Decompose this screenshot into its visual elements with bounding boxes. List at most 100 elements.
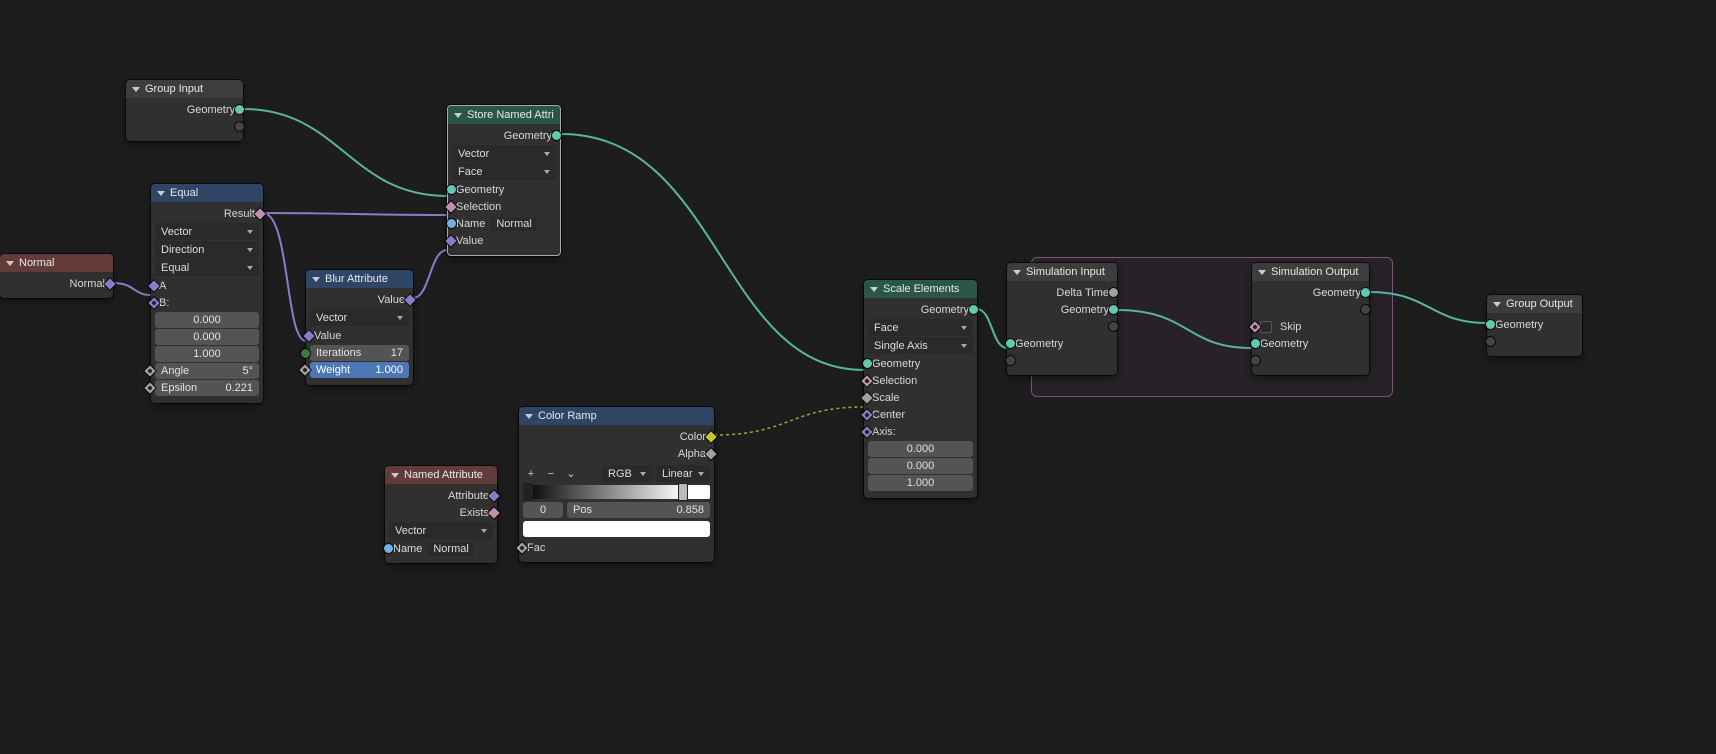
input-geometry[interactable]: Geometry (452, 181, 556, 198)
ramp-stop-index[interactable]: 0 (523, 502, 563, 518)
socket-out-attribute[interactable] (488, 490, 499, 501)
input-geometry[interactable]: Geometry (868, 355, 973, 372)
socket-in-iterations[interactable] (301, 349, 310, 358)
socket-in-name[interactable] (447, 219, 456, 228)
node-group-input[interactable]: Group Input Geometry (126, 80, 243, 141)
dropdown-data-type[interactable]: Vector (452, 145, 556, 162)
node-header[interactable]: Group Output (1487, 295, 1582, 313)
node-header[interactable]: Store Named Attrib... (448, 106, 560, 124)
socket-in-epsilon[interactable] (144, 382, 155, 393)
node-simulation-output[interactable]: Simulation Output Geometry Skip Geometry (1252, 263, 1369, 375)
socket-in-center[interactable] (861, 409, 872, 420)
node-header[interactable]: Group Input (126, 80, 243, 98)
output-alpha[interactable]: Alpha (523, 445, 710, 462)
dropdown-data-type[interactable]: Vector (389, 522, 493, 539)
node-blur-attribute[interactable]: Blur Attribute Value Vector Value Iterat… (306, 270, 413, 385)
socket-out-geometry[interactable] (1109, 305, 1118, 314)
node-color-ramp[interactable]: Color Ramp Color Alpha + − ⌄ RGB Linear (519, 407, 714, 562)
socket-in-geometry[interactable] (1251, 339, 1260, 348)
socket-in-value[interactable] (445, 235, 456, 246)
socket-in-value[interactable] (303, 330, 314, 341)
input-value[interactable]: Value (310, 327, 409, 344)
ramp-stop-1[interactable] (678, 483, 688, 501)
input-angle[interactable]: Angle 5° (155, 363, 259, 379)
node-header[interactable]: Normal (0, 254, 113, 272)
socket-in-weight[interactable] (299, 364, 310, 375)
node-named-attribute[interactable]: Named Attribute Attribute Exists Vector … (385, 466, 497, 563)
input-geometry[interactable]: Geometry (1256, 335, 1365, 352)
input-iterations[interactable]: Iterations 17 (310, 345, 409, 361)
node-header[interactable]: Equal (151, 184, 263, 202)
input-value[interactable]: Value (452, 232, 556, 249)
dropdown-interpolation[interactable]: Linear (656, 465, 710, 482)
socket-out-extend[interactable] (235, 122, 244, 131)
input-scale[interactable]: Scale (868, 389, 973, 406)
dropdown-data-type[interactable]: Vector (155, 223, 259, 240)
node-store-named-attribute[interactable]: Store Named Attrib... Geometry Vector Fa… (447, 105, 561, 256)
socket-out-exists[interactable] (488, 507, 499, 518)
ramp-stop-position[interactable]: Pos 0.858 (567, 502, 710, 518)
input-geometry[interactable]: Geometry (1491, 316, 1578, 333)
input-axis-label[interactable]: Axis: (868, 423, 973, 440)
node-scale-elements[interactable]: Scale Elements Geometry Face Single Axis… (864, 280, 977, 498)
output-delta-time[interactable]: Delta Time (1011, 284, 1113, 301)
input-weight[interactable]: Weight 1.000 (310, 362, 409, 378)
output-result[interactable]: Result (155, 205, 259, 222)
socket-out-extend[interactable] (1361, 305, 1370, 314)
socket-out-result[interactable] (254, 208, 265, 219)
input-fac[interactable]: Fac (523, 539, 710, 556)
dropdown-mode[interactable]: Direction (155, 241, 259, 258)
output-value[interactable]: Value (310, 291, 409, 308)
socket-in-extend[interactable] (1486, 337, 1495, 346)
output-color[interactable]: Color (523, 428, 710, 445)
ramp-remove-button[interactable]: − (543, 466, 559, 482)
socket-out-geometry[interactable] (969, 305, 978, 314)
input-skip[interactable]: Skip (1256, 318, 1365, 335)
output-extend[interactable] (130, 118, 239, 135)
socket-out-normal[interactable] (104, 278, 115, 289)
input-b-x[interactable]: 0.000 (155, 312, 259, 328)
ramp-stop-color-swatch[interactable] (523, 521, 710, 537)
node-simulation-input[interactable]: Simulation Input Delta Time Geometry Geo… (1007, 263, 1117, 375)
input-extend[interactable] (1011, 352, 1113, 369)
node-group-output[interactable]: Group Output Geometry (1487, 295, 1582, 356)
output-exists[interactable]: Exists (389, 504, 493, 521)
socket-in-axis[interactable] (861, 426, 872, 437)
output-geometry[interactable]: Geometry (130, 101, 239, 118)
input-a[interactable]: A (155, 277, 259, 294)
input-b-z[interactable]: 1.000 (155, 346, 259, 362)
socket-in-selection[interactable] (861, 375, 872, 386)
node-header[interactable]: Simulation Input (1007, 263, 1117, 281)
socket-in-skip[interactable] (1249, 321, 1260, 332)
socket-in-b[interactable] (148, 297, 159, 308)
dropdown-domain[interactable]: Face (868, 319, 973, 336)
output-attribute[interactable]: Attribute (389, 487, 493, 504)
input-b-y[interactable]: 0.000 (155, 329, 259, 345)
socket-out-alpha[interactable] (705, 448, 716, 459)
node-header[interactable]: Named Attribute (385, 466, 497, 484)
socket-in-geometry[interactable] (863, 359, 872, 368)
input-extend[interactable] (1491, 333, 1578, 350)
input-epsilon[interactable]: Epsilon 0.221 (155, 380, 259, 396)
input-name[interactable]: Name Normal (389, 540, 493, 557)
name-textbox[interactable]: Normal (491, 217, 536, 231)
dropdown-color-mode[interactable]: RGB (602, 465, 652, 482)
ramp-add-button[interactable]: + (523, 466, 539, 482)
socket-in-extend[interactable] (1006, 356, 1015, 365)
node-header[interactable]: Color Ramp (519, 407, 714, 425)
node-normal[interactable]: Normal Normal (0, 254, 113, 298)
input-extend[interactable] (1256, 352, 1365, 369)
node-header[interactable]: Blur Attribute (306, 270, 413, 288)
socket-out-geometry[interactable] (235, 105, 244, 114)
ramp-stop-0[interactable] (523, 483, 533, 501)
socket-out-value[interactable] (404, 294, 415, 305)
dropdown-data-type[interactable]: Vector (310, 309, 409, 326)
dropdown-operation[interactable]: Equal (155, 259, 259, 276)
input-name[interactable]: Name Normal (452, 215, 556, 232)
node-header[interactable]: Scale Elements (864, 280, 977, 298)
dropdown-scale-mode[interactable]: Single Axis (868, 337, 973, 354)
socket-out-geometry[interactable] (552, 131, 561, 140)
socket-in-scale[interactable] (861, 392, 872, 403)
output-normal[interactable]: Normal (4, 275, 109, 292)
color-ramp-gradient[interactable] (523, 485, 710, 499)
